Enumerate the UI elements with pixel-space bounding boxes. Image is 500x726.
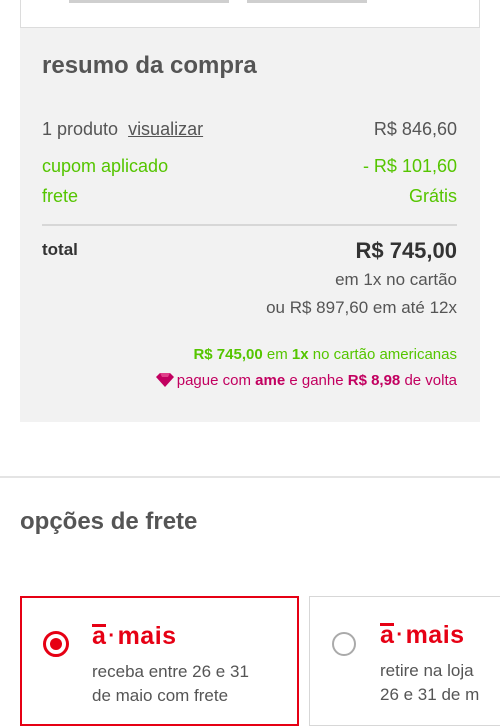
products-row: 1 produto visualizar R$ 846,60 [42, 119, 457, 143]
shipping-option-description: retire na loja 26 e 31 de maio [380, 659, 480, 707]
ame-cashback-amount: R$ 8,98 [347, 372, 401, 389]
ame-cashback-text: pague com ame e ganhe R$ 8,98 de volta [155, 372, 457, 391]
logo-letter: a [380, 621, 395, 649]
option-line-2: 26 e 31 de maio [380, 685, 480, 704]
coupon-label: cupom aplicado [42, 156, 169, 176]
products-value: R$ 846,60 [373, 119, 457, 139]
coupon-value: - R$ 101,60 [362, 156, 457, 176]
ame-promo-tail: de volta [400, 372, 457, 389]
section-divider [0, 476, 500, 478]
logo-word: mais [117, 622, 177, 650]
radio-unselected-icon[interactable] [332, 632, 356, 656]
shipping-label: frete [42, 186, 79, 206]
logo-word: mais [405, 621, 465, 649]
option-line-1: receba entre 26 e 31 [92, 662, 249, 681]
radio-selected-icon[interactable] [43, 631, 69, 657]
card-promo-tail: no cartão americanas [308, 346, 457, 363]
previous-section-edge [20, 0, 480, 28]
shipping-option-description: receba entre 26 e 31 de maio com frete [92, 660, 249, 708]
card-promo-mid: em [262, 346, 292, 363]
total-row: total R$ 745,00 [42, 238, 457, 264]
ame-promo-pre: pague com [176, 372, 256, 389]
installment-multi: ou R$ 897,60 em até 12x [266, 298, 457, 317]
previous-field-line [69, 0, 229, 3]
ame-brand: ame [255, 372, 286, 389]
order-summary-panel: resumo da compra 1 produto visualizar R$ … [20, 28, 480, 422]
gem-icon [155, 373, 174, 391]
ame-promo-mid: e ganhe [285, 372, 348, 389]
logo-dot: · [108, 625, 116, 647]
products-label: 1 produto [42, 119, 119, 139]
logo-dot: · [396, 624, 404, 646]
previous-field-line [247, 0, 367, 3]
summary-divider [42, 224, 457, 226]
card-promo-text: R$ 745,00 em 1x no cartão americanas [193, 346, 457, 363]
summary-title: resumo da compra [42, 52, 257, 79]
installment-single: em 1x no cartão [335, 270, 457, 289]
shipping-options-title: opções de frete [20, 508, 198, 535]
view-products-link[interactable]: visualizar [128, 119, 203, 139]
card-promo-amount: R$ 745,00 [193, 346, 263, 363]
amais-logo: a ·mais [380, 621, 465, 650]
logo-letter: a [92, 622, 107, 650]
total-label: total [42, 240, 78, 259]
shipping-value: Grátis [408, 186, 457, 206]
total-value: R$ 745,00 [355, 238, 457, 263]
card-promo-times: 1x [291, 346, 309, 363]
option-line-1: retire na loja [380, 661, 474, 680]
amais-logo: a ·mais [92, 622, 177, 651]
option-line-2: de maio com frete [92, 686, 229, 705]
coupon-row: cupom aplicado - R$ 101,60 [42, 156, 457, 180]
shipping-row: frete Grátis [42, 186, 457, 210]
products-label-group: 1 produto visualizar [42, 119, 203, 140]
